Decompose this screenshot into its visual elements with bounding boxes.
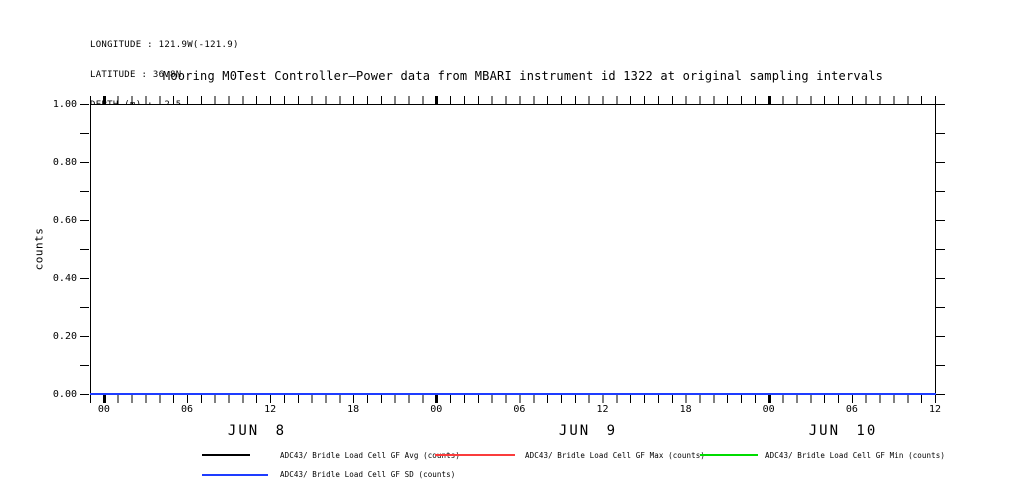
x-tick-label: 00 (763, 404, 775, 415)
day-boundary-tick (103, 395, 106, 403)
y-tick-label: 0.80 (40, 157, 77, 168)
day-label-jun8: JUN 8 (228, 423, 286, 439)
x-tick-label: 00 (98, 404, 110, 415)
legend-label-sd: ADC43/ Bridle Load Cell GF SD (counts) (280, 470, 455, 479)
x-tick-label: 06 (846, 404, 858, 415)
day-label-jun10: JUN 10 (809, 423, 878, 439)
day-boundary-tick (435, 96, 438, 104)
legend-label-max: ADC43/ Bridle Load Cell GF Max (counts) (525, 451, 705, 460)
legend-line-max (435, 454, 515, 456)
x-tick-label: 18 (347, 404, 359, 415)
y-axis-title: counts (33, 228, 46, 271)
x-axis-bottom-ticks (90, 395, 936, 403)
x-tick-label: 12 (596, 404, 608, 415)
x-tick-label: 00 (430, 404, 442, 415)
plot-page: LONGITUDE : 121.9W(-121.9) LATITUDE : 36… (0, 0, 1009, 504)
x-tick-label: 06 (181, 404, 193, 415)
axis-end-tick (935, 395, 936, 403)
metadata-longitude: LONGITUDE : 121.9W(-121.9) (90, 40, 239, 50)
y-tick-label: 0.40 (40, 273, 77, 284)
x-tick-label: 12 (929, 404, 941, 415)
day-boundary-tick (768, 395, 771, 403)
y-axis-left-ticks (80, 104, 89, 395)
y-tick-label: 0.00 (40, 389, 77, 400)
x-tick-label: 18 (680, 404, 692, 415)
day-boundary-tick (103, 96, 106, 104)
y-tick-label: 0.60 (40, 215, 77, 226)
legend-label-avg: ADC43/ Bridle Load Cell GF Avg (counts) (280, 451, 460, 460)
y-axis-right-ticks (936, 104, 945, 395)
sd-zero-data-line (90, 393, 936, 396)
legend-line-sd (202, 474, 268, 476)
legend-line-avg (202, 454, 250, 456)
x-tick-label: 06 (513, 404, 525, 415)
legend-label-min: ADC43/ Bridle Load Cell GF Min (counts) (765, 451, 945, 460)
y-tick-label: 1.00 (40, 99, 77, 110)
legend-line-min (700, 454, 758, 456)
x-axis-top-ticks (90, 96, 936, 104)
plot-area (90, 104, 936, 395)
y-tick-label: 0.20 (40, 331, 77, 342)
day-boundary-tick (435, 395, 438, 403)
day-label-jun9: JUN 9 (559, 423, 617, 439)
day-boundary-tick (768, 96, 771, 104)
chart-title: Mooring M0Test Controller–Power data fro… (90, 69, 956, 83)
axis-end-tick (935, 96, 936, 104)
x-tick-label: 12 (264, 404, 276, 415)
